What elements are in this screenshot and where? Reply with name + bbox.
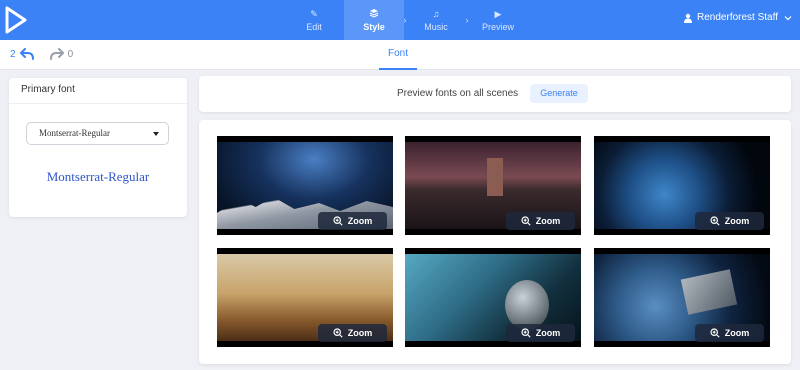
user-icon — [684, 13, 693, 23]
play-icon: ▶ — [494, 9, 502, 19]
scene-thumbnail[interactable]: Zoom — [594, 248, 770, 347]
scene-art — [487, 158, 503, 196]
zoom-in-icon — [333, 328, 343, 338]
tab-font[interactable]: Font — [379, 40, 417, 70]
zoom-label: Zoom — [347, 328, 373, 338]
zoom-label: Zoom — [724, 328, 750, 338]
scene-art — [680, 269, 738, 315]
zoom-button[interactable]: Zoom — [506, 212, 575, 230]
redo-count: 0 — [67, 48, 74, 60]
zoom-button[interactable]: Zoom — [695, 324, 764, 342]
zoom-button[interactable]: Zoom — [318, 324, 387, 342]
zoom-label: Zoom — [347, 216, 373, 226]
step-music[interactable]: ♫ Music — [406, 0, 466, 40]
chevron-down-icon — [784, 15, 792, 20]
scene-thumbnail[interactable]: Zoom — [217, 248, 393, 347]
step-preview[interactable]: ▶ Preview — [468, 0, 528, 40]
layers-icon — [369, 8, 379, 20]
scene-thumbnail[interactable]: Zoom — [594, 136, 770, 235]
caret-down-icon — [153, 132, 159, 136]
zoom-button[interactable]: Zoom — [695, 212, 764, 230]
panel-title: Primary font — [9, 78, 187, 104]
scene-thumbnail[interactable]: Zoom — [217, 136, 393, 235]
scene-art — [505, 280, 549, 330]
zoom-button[interactable]: Zoom — [506, 324, 575, 342]
zoom-in-icon — [333, 216, 343, 226]
step-edit-label: Edit — [306, 22, 322, 32]
undo-count: 2 — [10, 48, 16, 60]
step-style[interactable]: Style — [344, 0, 404, 40]
zoom-button[interactable]: Zoom — [318, 212, 387, 230]
zoom-in-icon — [710, 328, 720, 338]
renderforest-logo[interactable] — [5, 6, 27, 34]
step-edit[interactable]: ✎ Edit — [284, 0, 344, 40]
zoom-in-icon — [710, 216, 720, 226]
scene-thumbnail[interactable]: Zoom — [405, 248, 581, 347]
zoom-label: Zoom — [535, 328, 561, 338]
generate-button[interactable]: Generate — [530, 84, 588, 103]
music-note-icon: ♫ — [432, 9, 440, 19]
top-navigation-bar: ✎ Edit Style › ♫ Music › ▶ Preview Rende… — [0, 0, 800, 40]
user-name: Renderforest Staff — [697, 12, 778, 23]
generate-description: Preview fonts on all scenes — [397, 88, 519, 99]
pencil-icon: ✎ — [310, 9, 318, 19]
font-preview-text: Montserrat-Regular — [46, 169, 150, 184]
zoom-in-icon — [521, 216, 531, 226]
undo-icon[interactable] — [19, 48, 34, 60]
redo-icon[interactable] — [49, 48, 64, 60]
scene-thumbnail[interactable]: Zoom — [405, 136, 581, 235]
zoom-label: Zoom — [535, 216, 561, 226]
zoom-in-icon — [521, 328, 531, 338]
step-preview-label: Preview — [481, 22, 514, 32]
step-style-label: Style — [363, 22, 385, 32]
font-dropdown[interactable]: Montserrat-Regular — [26, 122, 169, 145]
user-menu[interactable]: Renderforest Staff — [683, 12, 792, 23]
font-dropdown-value: Montserrat-Regular — [39, 128, 110, 138]
workflow-steps: ✎ Edit Style › ♫ Music › ▶ Preview — [284, 0, 528, 40]
history-controls: 2 0 — [10, 48, 73, 60]
step-music-label: Music — [424, 22, 448, 32]
generate-bar: Preview fonts on all scenes Generate — [199, 76, 791, 112]
scenes-grid: Zoom Zoom Zoom Zoom Zoom Zoom — [199, 120, 791, 364]
zoom-label: Zoom — [724, 216, 750, 226]
primary-font-panel: Primary font Montserrat-Regular Montserr… — [9, 78, 187, 217]
editor-subbar: 2 0 Font — [0, 40, 800, 70]
